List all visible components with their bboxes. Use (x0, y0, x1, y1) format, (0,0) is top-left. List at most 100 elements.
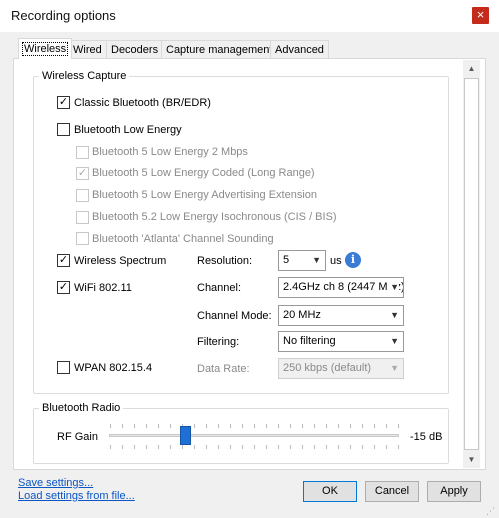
rf-gain-slider-track[interactable] (109, 434, 399, 437)
info-icon[interactable]: i (345, 252, 361, 268)
save-settings-link[interactable]: Save settings... (18, 477, 93, 489)
filtering-label: Filtering: (197, 336, 240, 348)
ok-button[interactable]: OK (303, 481, 357, 502)
bluetooth-le-checkbox[interactable] (57, 123, 70, 136)
tab-advanced[interactable]: Advanced (270, 40, 329, 59)
wireless-spectrum-label: Wireless Spectrum (74, 255, 167, 267)
slider-tick (110, 445, 111, 449)
bluetooth-radio-title: Bluetooth Radio (39, 402, 124, 414)
slider-tick (326, 424, 327, 428)
slider-tick (302, 445, 303, 449)
slider-tick (350, 424, 351, 428)
check-icon: ✓ (58, 281, 69, 293)
tab-wireless[interactable]: Wireless (18, 38, 73, 59)
slider-tick (242, 445, 243, 449)
slider-tick (170, 445, 171, 449)
slider-tick (326, 445, 327, 449)
le-2mbps-checkbox[interactable] (76, 146, 89, 159)
resolution-select[interactable]: 5 ▼ (278, 250, 326, 271)
scroll-up-icon[interactable]: ▲ (463, 60, 480, 77)
tab-label: Wired (73, 44, 102, 56)
tab-label: Wireless (21, 42, 69, 56)
wpan-checkbox[interactable] (57, 361, 70, 374)
slider-tick (386, 445, 387, 449)
scroll-down-icon[interactable]: ▼ (463, 451, 480, 468)
channel-mode-value: 20 MHz (283, 309, 321, 321)
channel-value: 2.4GHz ch 8 (2447 MHz) (283, 281, 404, 293)
wifi-checkbox[interactable]: ✓ (57, 281, 70, 294)
channel-mode-label: Channel Mode: (197, 310, 272, 322)
channel-select[interactable]: 2.4GHz ch 8 (2447 MHz) ▼ (278, 277, 404, 298)
le-channel-sounding-checkbox[interactable] (76, 232, 89, 245)
slider-tick (146, 424, 147, 428)
slider-tick (122, 445, 123, 449)
classic-bluetooth-label: Classic Bluetooth (BR/EDR) (74, 97, 211, 109)
resolution-unit: us (330, 255, 342, 267)
slider-tick (386, 424, 387, 428)
check-icon: ✓ (58, 96, 69, 108)
slider-tick (374, 424, 375, 428)
slider-tick (242, 424, 243, 428)
le-isochronous-checkbox[interactable] (76, 211, 89, 224)
rf-gain-label: RF Gain (57, 431, 98, 443)
apply-label: Apply (440, 485, 468, 497)
le-advertising-label: Bluetooth 5 Low Energy Advertising Exten… (92, 189, 318, 201)
slider-tick (158, 424, 159, 428)
slider-tick (122, 424, 123, 428)
le-isochronous-label: Bluetooth 5.2 Low Energy Isochronous (CI… (92, 211, 337, 223)
slider-tick (218, 424, 219, 428)
slider-tick (290, 445, 291, 449)
le-coded-checkbox[interactable]: ✓ (76, 167, 89, 180)
apply-button[interactable]: Apply (427, 481, 481, 502)
le-2mbps-label: Bluetooth 5 Low Energy 2 Mbps (92, 146, 248, 158)
rf-gain-slider-thumb[interactable] (179, 426, 191, 445)
slider-tick (362, 424, 363, 428)
slider-tick (158, 445, 159, 449)
slider-tick (206, 424, 207, 428)
data-rate-value: 250 kbps (default) (283, 362, 372, 374)
scrollbar-thumb[interactable] (464, 78, 479, 450)
chevron-down-icon: ▼ (390, 336, 399, 346)
wireless-spectrum-checkbox[interactable]: ✓ (57, 254, 70, 267)
tab-label: Advanced (275, 44, 324, 56)
vertical-scrollbar[interactable]: ▲ ▼ (463, 60, 480, 468)
slider-tick (254, 445, 255, 449)
slider-tick (398, 424, 399, 428)
data-rate-select[interactable]: 250 kbps (default) ▼ (278, 358, 404, 379)
close-button[interactable]: × (472, 7, 489, 24)
close-icon: × (476, 7, 485, 22)
tab-capture-management[interactable]: Capture management (161, 40, 278, 59)
ok-label: OK (322, 485, 338, 497)
tab-wired[interactable]: Wired (68, 40, 107, 59)
le-advertising-checkbox[interactable] (76, 189, 89, 202)
tab-decoders[interactable]: Decoders (106, 40, 164, 59)
classic-bluetooth-checkbox[interactable]: ✓ (57, 96, 70, 109)
slider-tick (302, 424, 303, 428)
slider-tick (254, 424, 255, 428)
slider-tick (170, 424, 171, 428)
filtering-value: No filtering (283, 335, 336, 347)
wpan-label: WPAN 802.15.4 (74, 362, 153, 374)
slider-tick (350, 445, 351, 449)
load-settings-link[interactable]: Load settings from file... (18, 490, 135, 502)
channel-mode-select[interactable]: 20 MHz ▼ (278, 305, 404, 326)
cancel-button[interactable]: Cancel (365, 481, 419, 502)
filtering-select[interactable]: No filtering ▼ (278, 331, 404, 352)
slider-tick (278, 424, 279, 428)
check-icon: ✓ (77, 167, 88, 179)
resolution-label: Resolution: (197, 255, 253, 267)
slider-tick (218, 445, 219, 449)
chevron-down-icon: ▼ (390, 363, 399, 373)
slider-tick (278, 445, 279, 449)
resize-grip-icon[interactable]: ⋰ (486, 506, 497, 517)
slider-tick (146, 445, 147, 449)
slider-tick (230, 424, 231, 428)
slider-tick (314, 424, 315, 428)
slider-tick (230, 445, 231, 449)
slider-tick (182, 445, 183, 449)
cancel-label: Cancel (374, 485, 410, 497)
tab-label: Capture management (166, 44, 273, 56)
wireless-capture-title: Wireless Capture (39, 70, 130, 82)
window-title: Recording options (11, 8, 116, 23)
slider-tick (314, 445, 315, 449)
